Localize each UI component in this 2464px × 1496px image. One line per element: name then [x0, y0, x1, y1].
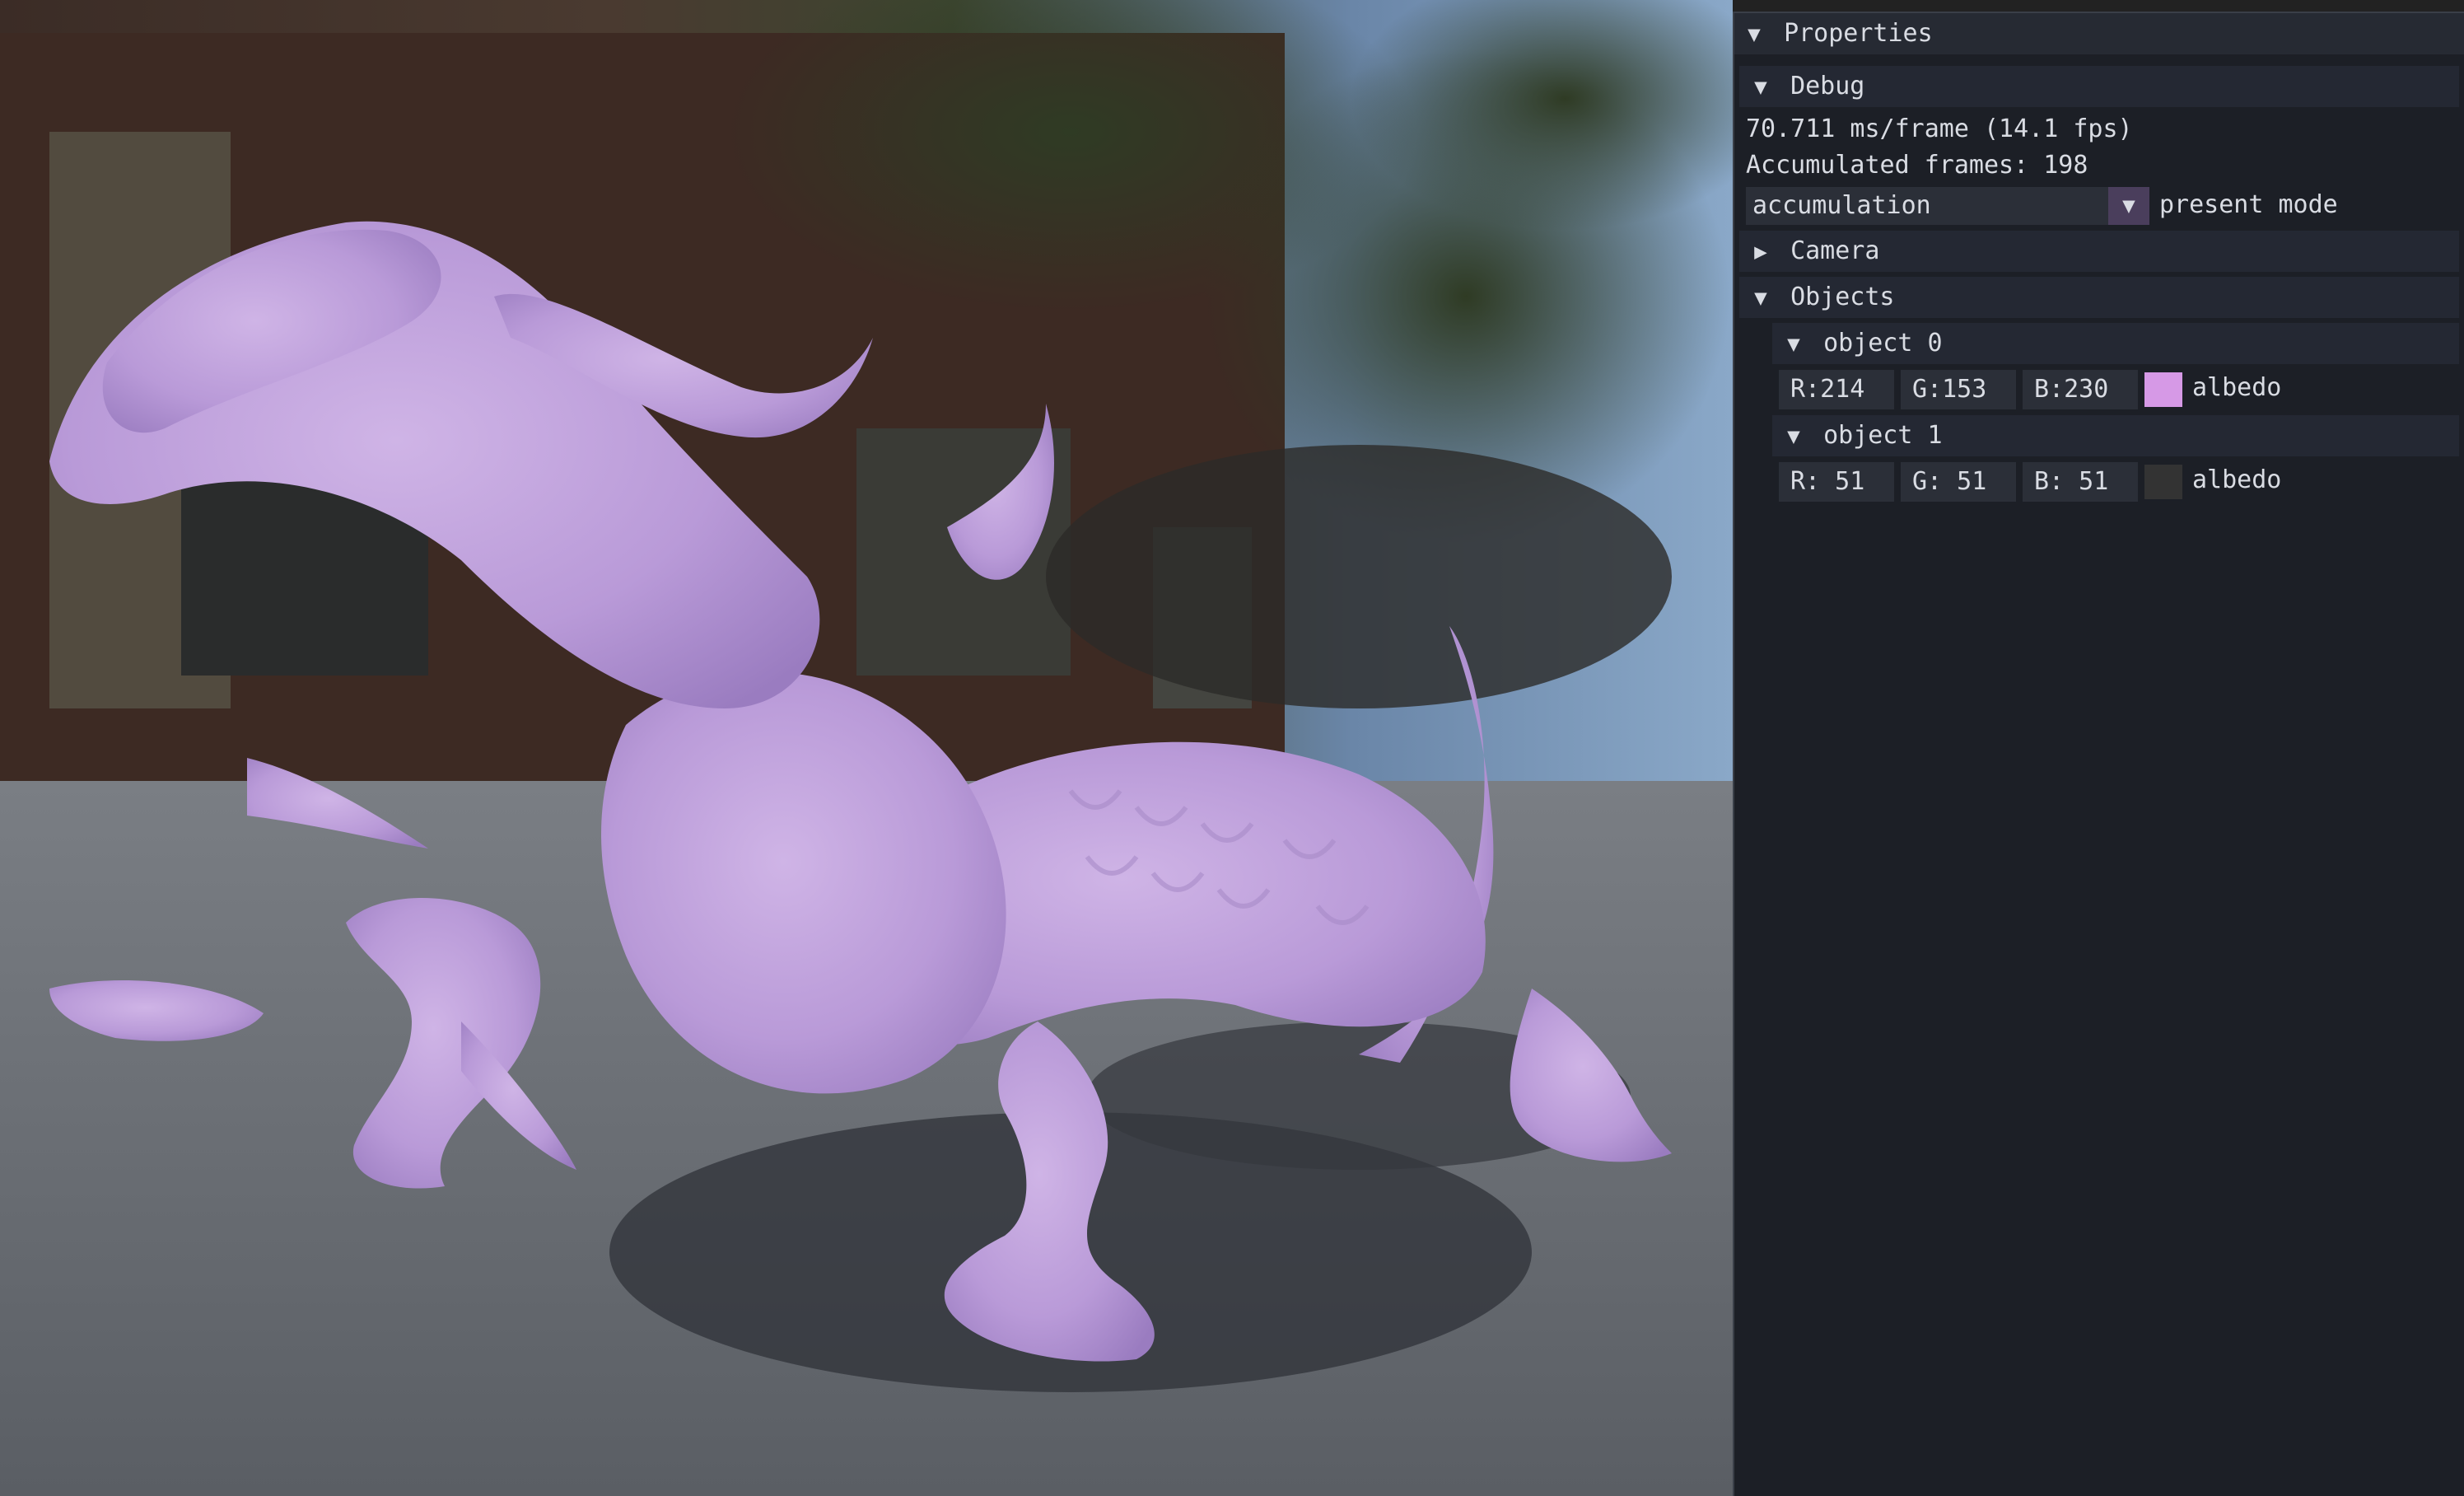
camera-title: Camera	[1790, 236, 1880, 265]
render-image	[0, 0, 1733, 1496]
properties-title: Properties	[1784, 19, 1933, 48]
debug-title: Debug	[1790, 72, 1865, 101]
object-1-title: object 1	[1823, 421, 1943, 450]
object-1-color-swatch[interactable]	[2144, 465, 2182, 499]
object-0-header[interactable]: ▼ object 0	[1772, 323, 2459, 364]
accumulated-frames-text: Accumulated frames: 198	[1746, 151, 2088, 180]
object-0-b-field[interactable]: B:230	[2023, 370, 2138, 409]
object-0-g-field[interactable]: G:153	[1901, 370, 2016, 409]
objects-header[interactable]: ▼ Objects	[1739, 277, 2459, 318]
object-0-albedo-row: R:214 G:153 B:230 albedo	[1734, 367, 2464, 409]
object-1-g-field[interactable]: G: 51	[1901, 462, 2016, 502]
objects-title: Objects	[1790, 283, 1895, 311]
present-mode-row: accumulation ▼ present mode	[1734, 185, 2464, 226]
triangle-right-icon: ▶	[1754, 240, 1767, 264]
object-1-r-field[interactable]: R: 51	[1779, 462, 1894, 502]
debug-header[interactable]: ▼ Debug	[1739, 66, 2459, 107]
object-1-albedo-label: albedo	[2192, 465, 2282, 494]
object-1-header[interactable]: ▼ object 1	[1772, 415, 2459, 456]
present-mode-combo[interactable]: accumulation	[1746, 187, 2113, 225]
object-0-r-field[interactable]: R:214	[1779, 370, 1894, 409]
triangle-down-icon: ▼	[1787, 332, 1800, 357]
chevron-down-icon[interactable]: ▼	[2108, 187, 2149, 225]
object-1-albedo-row: R: 51 G: 51 B: 51 albedo	[1734, 460, 2464, 502]
triangle-down-icon: ▼	[1787, 424, 1800, 449]
object-0-color-swatch[interactable]	[2144, 372, 2182, 407]
frame-time-text: 70.711 ms/frame (14.1 fps)	[1746, 115, 2133, 143]
properties-header[interactable]: ▼ Properties	[1734, 13, 2464, 54]
triangle-down-icon: ▼	[1754, 286, 1767, 311]
object-0-albedo-label: albedo	[2192, 373, 2282, 402]
properties-panel: ▼ Properties ▼ Debug 70.711 ms/frame (14…	[1733, 12, 2464, 1496]
app-window: ▼ Properties ▼ Debug 70.711 ms/frame (14…	[0, 0, 2464, 1496]
triangle-down-icon: ▼	[1748, 22, 1761, 47]
object-1-b-field[interactable]: B: 51	[2023, 462, 2138, 502]
present-mode-label: present mode	[2159, 190, 2338, 219]
triangle-down-icon: ▼	[1754, 75, 1767, 100]
camera-header[interactable]: ▶ Camera	[1739, 231, 2459, 272]
object-0-title: object 0	[1823, 329, 1943, 358]
